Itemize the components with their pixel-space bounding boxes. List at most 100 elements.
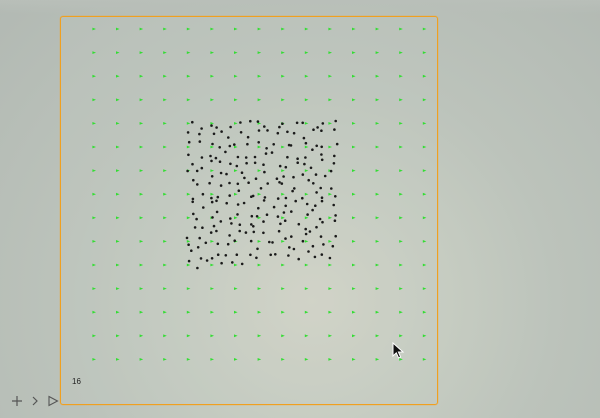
grid-marker [116, 51, 120, 54]
particle-dot [259, 187, 263, 190]
grid-marker [163, 310, 167, 314]
grid-marker [210, 240, 214, 243]
window-top-strip [0, 0, 600, 14]
chevron-right-icon [32, 396, 38, 406]
particle-dot [246, 135, 250, 139]
particle-dot [195, 169, 199, 173]
grid-marker [163, 287, 167, 290]
grid-marker [163, 216, 167, 220]
particle-dot [278, 125, 281, 129]
grid-marker [163, 192, 167, 196]
particle-dot [297, 257, 300, 261]
grid-marker [139, 310, 144, 314]
grid-marker [234, 263, 238, 267]
grid-marker [375, 74, 380, 78]
particle-dot [256, 120, 260, 123]
particle-dot [200, 127, 203, 130]
particle-dot [250, 214, 254, 218]
grid-marker [210, 310, 214, 314]
particle-dot [191, 162, 194, 166]
grid-marker [281, 169, 285, 172]
particle-dot [282, 175, 285, 178]
particle-dot [320, 145, 324, 149]
particle-dot [312, 182, 315, 185]
grid-marker [422, 122, 427, 125]
particle-dot [204, 241, 208, 245]
particle-dot [320, 129, 323, 132]
particle-dot [323, 174, 327, 178]
particle-dot [256, 247, 259, 251]
particle-dot [286, 130, 289, 134]
play-button[interactable] [46, 393, 60, 409]
grid-marker [186, 145, 191, 149]
particle-dot [187, 153, 190, 157]
grid-marker [139, 27, 144, 31]
particle-dot [289, 144, 293, 147]
particle-dot [313, 255, 317, 259]
grid-marker [399, 122, 403, 125]
simulation-canvas[interactable]: 16 [60, 16, 438, 405]
grid-marker [304, 27, 309, 31]
particle-dot [243, 176, 246, 180]
grid-marker [234, 334, 238, 338]
particle-dot [198, 236, 201, 240]
add-button[interactable] [10, 393, 24, 409]
grid-marker [234, 287, 238, 290]
grid-marker [375, 145, 380, 149]
grid-marker [328, 240, 332, 243]
grid-marker [92, 192, 96, 196]
simulation-plot [92, 27, 427, 361]
grid-marker [375, 287, 380, 290]
next-step-button[interactable] [28, 393, 42, 409]
grid-marker [139, 98, 144, 102]
grid-marker [92, 27, 96, 31]
particle-dot [257, 129, 261, 132]
particle-dot [219, 171, 223, 175]
particle-dot [301, 196, 304, 200]
particle-dot [284, 204, 287, 208]
grid-marker [352, 263, 356, 267]
grid-marker [186, 358, 191, 361]
particle-dot [275, 177, 279, 180]
grid-marker [116, 216, 120, 220]
grid-marker [210, 51, 214, 54]
grid-marker [352, 27, 356, 31]
particle-dot [315, 225, 318, 229]
grid-marker [422, 287, 427, 290]
particle-dot [274, 253, 277, 256]
grid-marker [257, 358, 262, 361]
particle-dot [187, 243, 190, 246]
grid-marker [116, 145, 120, 149]
particle-dot [280, 182, 284, 185]
particle-dot [229, 162, 232, 166]
grid-marker [422, 98, 427, 102]
grid-marker [422, 334, 427, 338]
grid-marker [304, 334, 309, 338]
particle-dot [277, 229, 281, 233]
grid-marker [234, 169, 238, 172]
grid-marker [139, 358, 144, 361]
particle-dot [209, 231, 213, 234]
particle-dot [215, 126, 218, 129]
particle-dot [304, 156, 307, 159]
grid-marker [139, 240, 144, 243]
particle-dot [205, 259, 209, 262]
particle-dot [309, 166, 313, 170]
particle-dot [268, 240, 271, 244]
particle-dot [334, 119, 338, 123]
grid-marker [399, 310, 403, 314]
grid-marker [186, 74, 191, 78]
grid-marker [210, 334, 214, 338]
grid-marker [399, 240, 403, 243]
particle-dot [211, 216, 214, 219]
particle-dot [322, 243, 325, 246]
particle-dot [272, 143, 275, 146]
particle-dot [216, 242, 220, 246]
particle-dot [233, 143, 236, 146]
grid-marker [92, 310, 96, 314]
grid-marker [281, 51, 285, 54]
particle-dot [284, 165, 288, 169]
particle-dot [284, 196, 288, 200]
particle-dot [215, 210, 219, 214]
grid-marker [328, 310, 332, 314]
